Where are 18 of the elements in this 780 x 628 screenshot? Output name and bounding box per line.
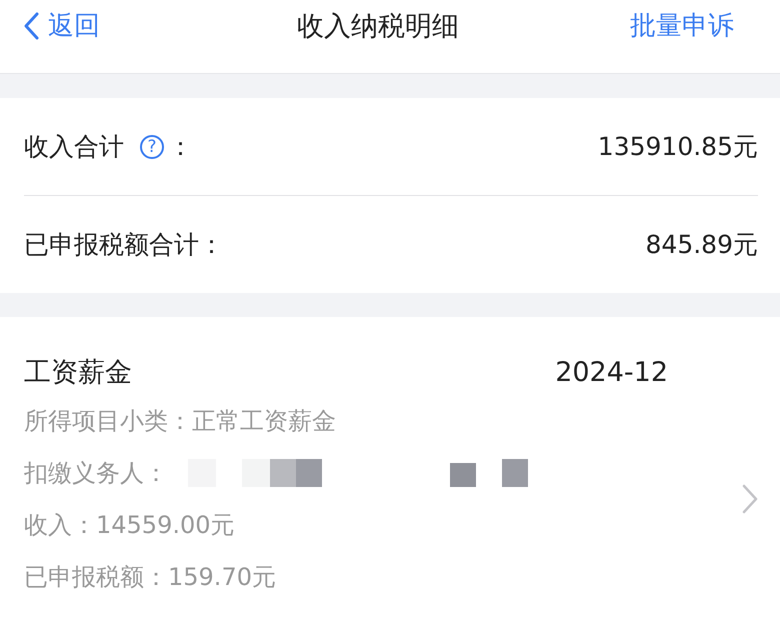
summary-label: 收入合计 — [24, 131, 124, 163]
period-text: 2024-12 — [555, 356, 668, 388]
back-button[interactable]: 返回 — [22, 8, 100, 43]
chevron-right-icon — [742, 484, 758, 514]
page-title: 收入纳税明细 — [297, 10, 459, 44]
help-icon[interactable]: ? — [140, 134, 164, 158]
detail-text: 已申报税额：159.70元 — [24, 562, 276, 593]
colon-text: ： — [168, 131, 193, 163]
summary-value: 135910.85元 — [598, 131, 758, 163]
detail-text: 所得项目小类：正常工资薪金 — [24, 406, 336, 437]
batch-appeal-link[interactable]: 批量申诉 — [630, 8, 734, 43]
summary-label: 已申报税额合计： — [24, 229, 224, 261]
summary-value: 845.89元 — [646, 229, 758, 261]
income-category: 工资薪金 — [24, 356, 132, 390]
detail-text: 扣缴义务人： — [24, 458, 168, 489]
income-record-card[interactable]: 工资薪金 2024-12 所得项目小类：正常工资薪金 扣缴义务人： 收入：14559.00元 已申报税额：159.70元 — [0, 317, 780, 628]
detail-text: 收入：14559.00元 — [24, 510, 235, 541]
back-chevron-icon — [22, 10, 40, 40]
